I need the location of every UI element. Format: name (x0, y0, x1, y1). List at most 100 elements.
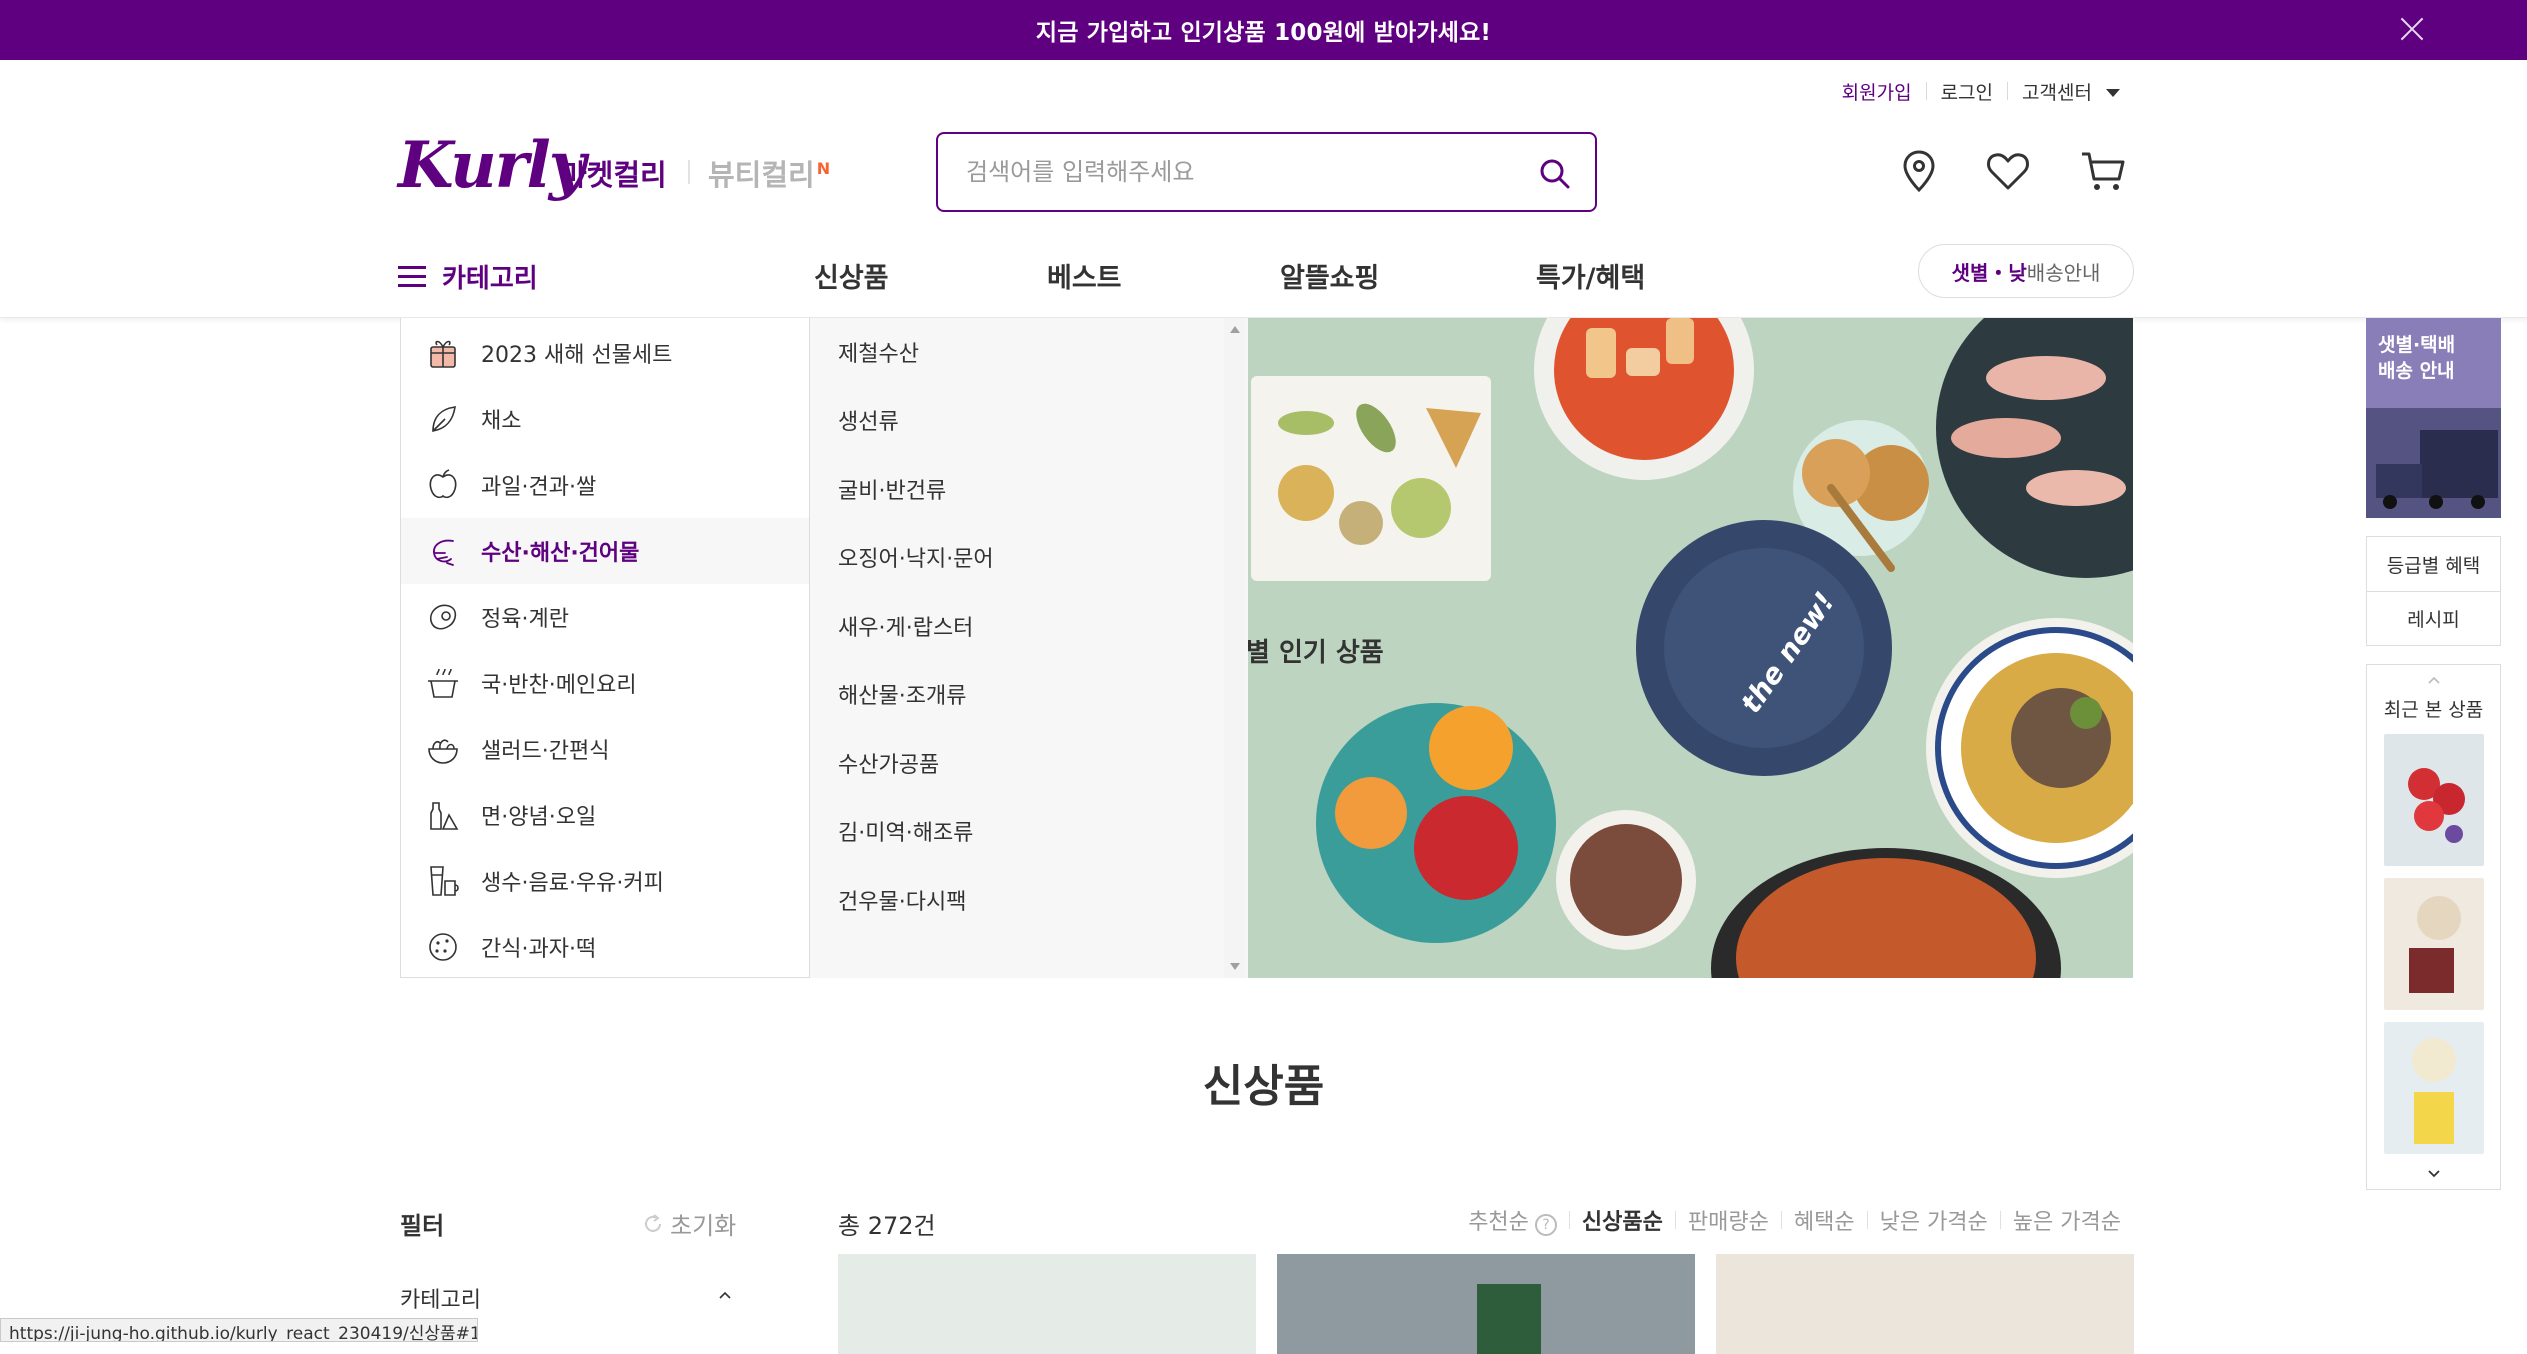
grade-benefit-link[interactable]: 등급별 혜택 (2367, 537, 2500, 591)
chevron-up-icon[interactable] (2427, 673, 2441, 687)
divider (688, 160, 690, 184)
subcategory-dropdown: 제철수산 생선류 굴비·반건류 오징어·낙지·문어 새우·게·랍스터 해산물·조… (810, 318, 1248, 978)
filter-title: 필터 (400, 1212, 445, 1240)
nav-new-products[interactable]: 신상품 (814, 256, 889, 295)
subcategory-scrollbar[interactable] (1224, 318, 1246, 978)
subcategory-item[interactable]: 새우·게·랍스터 (838, 610, 973, 642)
category-item-label: 수산·해산·건어물 (481, 541, 640, 566)
category-item-drinks[interactable]: 생수·음료·우유·커피 (401, 848, 809, 914)
promo-topbar[interactable]: 지금 가입하고 인기상품 100원에 받아가세요! (0, 0, 2527, 60)
product-card[interactable] (838, 1254, 1256, 1354)
banner-caption: 별 인기 상품 (1246, 638, 1384, 668)
customer-center-label: 고객센터 (2022, 81, 2092, 104)
bottle-icon (430, 802, 459, 830)
subcategory-item[interactable]: 굴비·반건류 (838, 473, 946, 505)
nav-special-deals[interactable]: 특가/혜택 (1536, 256, 1645, 295)
sort-benefit[interactable]: 혜택순 (1782, 1204, 1867, 1236)
fruit-icon (429, 469, 457, 499)
delivery-text: 배송안내 (2026, 260, 2101, 285)
filter-category-toggle[interactable]: 카테고리 (400, 1282, 481, 1314)
recent-product-thumb[interactable] (2383, 878, 2484, 1010)
category-item-label: 샐러드·간편식 (481, 739, 610, 764)
customer-center-link[interactable]: 고객센터 (2008, 78, 2134, 105)
delivery-bold-text: 샛별・낮 (1951, 260, 2027, 285)
recipe-link[interactable]: 레시피 (2367, 591, 2500, 645)
category-menu-button[interactable]: 카테고리 (398, 258, 538, 295)
promo-message[interactable]: 지금 가입하고 인기상품 100원에 받아가세요! (1036, 13, 1491, 47)
sort-newest[interactable]: 신상품순 (1570, 1204, 1675, 1236)
main-banner[interactable]: 별 인기 상품 the new! (1246, 318, 2133, 978)
hamburger-icon (398, 265, 426, 288)
product-image (1477, 1284, 1541, 1354)
login-link[interactable]: 로그인 (1927, 78, 2007, 105)
category-item-label: 간식·과자·떡 (481, 937, 597, 962)
scroll-down-icon[interactable] (1230, 963, 1240, 970)
search-input[interactable] (964, 157, 1524, 187)
recent-product-thumb[interactable] (2383, 734, 2484, 866)
nav-budget-shopping[interactable]: 알뜰쇼핑 (1280, 256, 1379, 295)
drink-icon (430, 866, 459, 896)
leaf-icon (432, 406, 456, 432)
signup-link[interactable]: 회원가입 (1828, 78, 1926, 105)
kurly-logo[interactable]: Kurly (398, 128, 586, 203)
search-icon[interactable] (1537, 156, 1573, 192)
reset-label: 초기화 (670, 1212, 737, 1240)
chevron-up-icon[interactable] (718, 1288, 732, 1302)
subcategory-item[interactable]: 오징어·낙지·문어 (838, 541, 994, 573)
tab-market-kurly[interactable]: 마켓컬리 (560, 152, 667, 194)
sort-price-low[interactable]: 낮은 가격순 (1868, 1204, 2000, 1236)
category-item-vegetables[interactable]: 채소 (401, 386, 809, 452)
category-item-label: 국·반찬·메인요리 (481, 673, 637, 698)
delivery-info-button[interactable]: 샛별・낮 배송안내 (1918, 244, 2134, 298)
meat-icon (429, 604, 457, 630)
recent-products-title: 최근 본 상품 (2383, 699, 2484, 721)
delivery-promo-text: 샛별·택배 배송 안내 (2378, 334, 2456, 382)
category-item-label: 면·양념·오일 (481, 805, 597, 830)
category-item-label: 생수·음료·우유·커피 (481, 871, 664, 896)
delivery-promo-banner[interactable]: 샛별·택배 배송 안내 (2366, 318, 2501, 518)
category-item-seafood[interactable]: 수산·해산·건어물 (401, 518, 809, 584)
product-count: 총 272건 (838, 1212, 936, 1240)
subcategory-item[interactable]: 건우물·다시팩 (838, 884, 966, 916)
subcategory-item[interactable]: 김·미역·해조류 (838, 815, 973, 847)
new-badge: N (816, 159, 831, 179)
reset-filter-button[interactable]: 초기화 (642, 1206, 736, 1241)
subcategory-item[interactable]: 수산가공품 (838, 747, 939, 779)
category-item-salad[interactable]: 샐러드·간편식 (401, 716, 809, 782)
sort-price-high[interactable]: 높은 가격순 (2001, 1204, 2133, 1236)
category-item-label: 채소 (481, 409, 522, 434)
quick-links: 등급별 혜택 레시피 (2366, 536, 2501, 646)
category-item-noodles[interactable]: 면·양념·오일 (401, 782, 809, 848)
subcategory-item[interactable]: 생선류 (838, 404, 899, 436)
category-item-meat[interactable]: 정육·계란 (401, 584, 809, 650)
shrimp-icon (433, 539, 454, 566)
category-item-fruits[interactable]: 과일·견과·쌀 (401, 452, 809, 518)
product-card[interactable] (1277, 1254, 1695, 1354)
nav-best[interactable]: 베스트 (1047, 256, 1122, 295)
sort-options: 추천순? 신상품순 판매량순 혜택순 낮은 가격순 높은 가격순 (1456, 1204, 2133, 1236)
category-item-snacks[interactable]: 간식·과자·떡 (401, 914, 809, 980)
help-icon[interactable]: ? (1534, 1214, 1557, 1236)
close-icon[interactable] (2397, 14, 2427, 44)
heart-icon[interactable] (1983, 146, 2033, 196)
location-pin-icon[interactable] (1894, 146, 1944, 196)
tab-beauty-kurly[interactable]: 뷰티컬리 N (708, 152, 830, 194)
category-item-label: 과일·견과·쌀 (481, 475, 597, 500)
gift-icon (430, 340, 456, 368)
subcategory-item[interactable]: 해산물·조개류 (838, 678, 966, 710)
category-dropdown: 2023 새해 선물세트 채소 과일·견과·쌀 수산·해산·건어물 정육·계란 … (400, 318, 810, 978)
browser-status-url: https://ji-jung-ho.github.io/kurly_react… (0, 1318, 478, 1342)
search-box (936, 132, 1597, 212)
cookie-icon (429, 933, 457, 961)
chevron-down-icon[interactable] (2427, 1167, 2441, 1181)
sort-recommended[interactable]: 추천순? (1456, 1204, 1569, 1236)
cart-icon[interactable] (2078, 146, 2128, 196)
sort-sales[interactable]: 판매량순 (1676, 1204, 1781, 1236)
sort-label: 추천순 (1468, 1210, 1529, 1235)
category-item-soup-sides[interactable]: 국·반찬·메인요리 (401, 650, 809, 716)
product-card[interactable] (1716, 1254, 2134, 1354)
subcategory-item[interactable]: 제철수산 (838, 336, 919, 368)
scroll-up-icon[interactable] (1230, 326, 1240, 333)
category-item-gift-set[interactable]: 2023 새해 선물세트 (401, 320, 809, 386)
global-nav: 카테고리 신상품 베스트 알뜰쇼핑 특가/혜택 샛별・낮 배송안내 (0, 236, 2527, 318)
